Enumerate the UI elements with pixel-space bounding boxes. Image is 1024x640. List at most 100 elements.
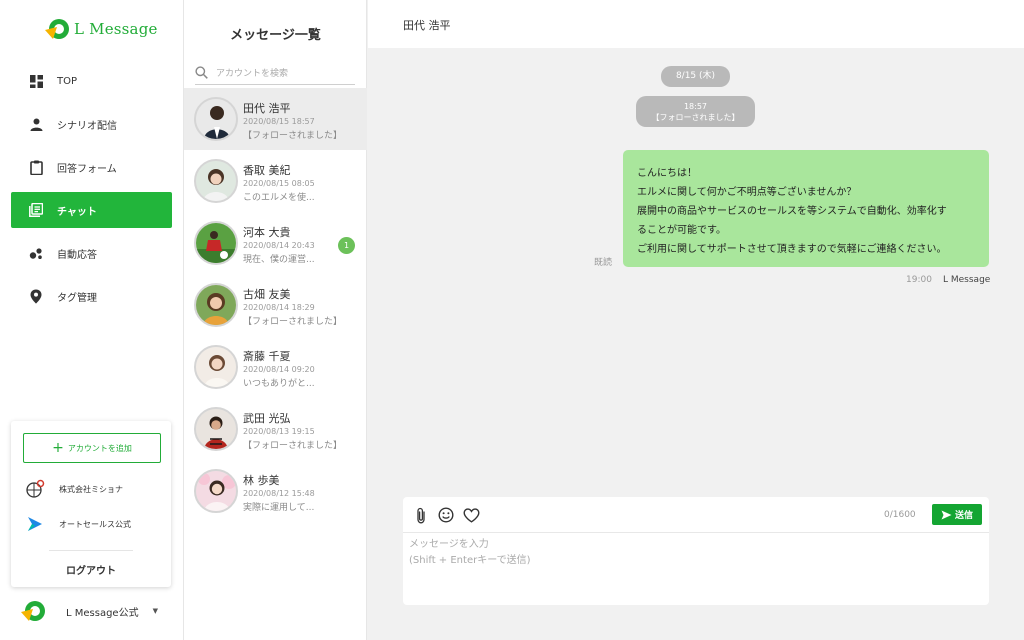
read-receipt: 既読 (594, 258, 613, 268)
sidebar-item-tags[interactable]: タグ管理 (11, 278, 172, 314)
conversation-snippet: 【フォローされました】 (243, 441, 343, 451)
avatar (194, 221, 238, 265)
account-switcher-card: + アカウントを追加 株式会社ミショナ オートセールス公式 ログアウト (11, 421, 171, 587)
conversation-snippet: いつもありがと... (243, 379, 315, 389)
search-icon (195, 65, 208, 79)
message-line: こんにちは！ (637, 168, 697, 179)
account-name: オートセールス公式 (59, 519, 131, 529)
dashboard-icon (28, 73, 44, 89)
composer-toolbar: 0/1600 送信 (403, 497, 989, 533)
account-name: 株式会社ミショナ (59, 484, 123, 494)
add-account-label: アカウントを追加 (67, 443, 132, 453)
conversation-name: 古畑 友美 (243, 288, 291, 301)
conversation-snippet: このエルメを使... (243, 193, 315, 203)
conversation-name: 田代 浩平 (243, 102, 291, 115)
chat-list-icon (28, 202, 44, 218)
avatar (194, 97, 238, 141)
account-item-autosales[interactable]: オートセールス公式 (25, 514, 131, 534)
person-icon (28, 116, 44, 132)
chat-header: 田代 浩平 (368, 0, 1024, 48)
message-line: 展開中の商品やサービスのセールスを等システムで自動化、効率化す (637, 206, 947, 217)
message-composer: 0/1600 送信 (403, 497, 989, 605)
autosales-logo-icon (28, 517, 42, 531)
system-event-text: 【フォローされました】 (651, 113, 740, 122)
conversation-item[interactable]: 古畑 友美 2020/08/14 18:29 【フォローされました】 (184, 274, 367, 336)
conversation-time: 2020/08/15 08:05 (243, 179, 315, 188)
send-label: 送信 (954, 511, 973, 521)
message-line: エルメに関して何かご不明点等ございませんか？ (637, 187, 857, 198)
message-time: 19:00 (906, 275, 932, 285)
sidebar-item-label: TOP (57, 75, 78, 87)
system-event-pill: 18:57 【フォローされました】 (636, 96, 755, 127)
unread-badge: 1 (338, 237, 355, 254)
clipboard-icon (28, 159, 44, 175)
mishona-logo-icon (26, 479, 45, 498)
conversation-item[interactable]: 田代 浩平 2020/08/15 18:57 【フォローされました】 (184, 88, 367, 150)
avatar (194, 159, 238, 203)
sidebar-item-auto-reply[interactable]: 自動応答 (11, 235, 172, 271)
plus-icon: + (52, 440, 64, 456)
conversation-time: 2020/08/14 18:29 (243, 303, 315, 312)
conversation-name: 林 歩美 (243, 474, 280, 487)
brand-logo[interactable]: L Message (44, 18, 158, 40)
conversation-time: 2020/08/13 19:15 (243, 427, 315, 436)
conversation-item[interactable]: 香取 美紀 2020/08/15 08:05 このエルメを使... (184, 150, 367, 212)
conversation-item[interactable]: 林 歩美 2020/08/12 15:48 実際に運用して... (184, 460, 367, 522)
conversation-time: 2020/08/15 18:57 (243, 117, 315, 126)
system-event-time: 18:57 (683, 102, 708, 111)
location-pin-icon (28, 288, 44, 304)
send-button[interactable]: 送信 (932, 504, 982, 525)
outgoing-message-bubble: こんにちは！ エルメに関して何かご不明点等ございませんか？ 展開中の商品やサービ… (623, 150, 989, 267)
account-search[interactable]: アカウントを検索 (195, 60, 355, 85)
character-counter: 0/1600 (884, 510, 916, 520)
message-input[interactable] (409, 537, 983, 599)
current-account-selector[interactable]: L Message公式 ▼ (20, 600, 158, 622)
conversation-time: 2020/08/14 20:43 (243, 241, 315, 250)
send-icon (941, 510, 952, 519)
conversation-item[interactable]: 斎藤 千夏 2020/08/14 09:20 いつもありがと... (184, 336, 367, 398)
current-account-name: L Message公式 (66, 607, 139, 619)
sidebar-item-form[interactable]: 回答フォーム (11, 149, 172, 185)
conversation-item[interactable]: 武田 光弘 2020/08/13 19:15 【フォローされました】 (184, 398, 367, 460)
sidebar-item-label: 回答フォーム (57, 163, 117, 175)
avatar (194, 283, 238, 327)
smiley-icon[interactable] (437, 506, 455, 524)
l-message-logo-icon (45, 19, 69, 39)
sidebar-item-top[interactable]: TOP (11, 63, 172, 99)
paperclip-icon[interactable] (412, 506, 430, 524)
message-line: ご利用に関してサポートさせて頂きますので気軽にご連絡ください。 (637, 244, 947, 255)
sidebar: L Message TOP シナリオ配信 回答フォーム チャット 自動応答 タグ… (0, 0, 184, 640)
conversation-name: 武田 光弘 (243, 412, 291, 425)
conversation-time: 2020/08/12 15:48 (243, 489, 315, 498)
sidebar-item-chat[interactable]: チャット (11, 192, 172, 228)
conversation-item[interactable]: 河本 大貴 2020/08/14 20:43 現在、僕の運営... 1 (184, 212, 367, 274)
logout-button[interactable]: ログアウト (11, 562, 171, 577)
sidebar-item-label: チャット (57, 206, 97, 218)
avatar (194, 469, 238, 513)
sidebar-item-label: シナリオ配信 (57, 120, 117, 132)
message-sender: L Message (943, 275, 991, 285)
account-item-mishona[interactable]: 株式会社ミショナ (25, 479, 123, 499)
avatar (194, 407, 238, 451)
chat-partner-name: 田代 浩平 (403, 19, 451, 32)
message-list-title: メッセージ一覧 (230, 28, 321, 43)
brand-name: L Message (74, 20, 158, 38)
conversation-snippet: 【フォローされました】 (243, 131, 343, 141)
heart-icon[interactable] (462, 506, 480, 524)
message-list-panel: メッセージ一覧 アカウントを検索 田代 浩平 2020/08/15 18:57 … (184, 0, 367, 640)
search-input[interactable]: アカウントを検索 (216, 66, 288, 79)
avatar (194, 345, 238, 389)
add-account-button[interactable]: + アカウントを追加 (23, 433, 161, 463)
sidebar-item-label: 自動応答 (57, 249, 97, 261)
conversation-name: 河本 大貴 (243, 226, 291, 239)
conversation-snippet: 【フォローされました】 (243, 317, 343, 327)
bubbles-icon (28, 245, 44, 261)
sidebar-nav: TOP シナリオ配信 回答フォーム チャット 自動応答 タグ管理 (0, 63, 184, 321)
conversation-snippet: 実際に運用して... (243, 503, 315, 513)
sidebar-item-scenario[interactable]: シナリオ配信 (11, 106, 172, 142)
divider (49, 550, 133, 551)
sidebar-item-label: タグ管理 (57, 292, 97, 304)
message-line: ることが可能です。 (637, 225, 726, 236)
conversation-name: 香取 美紀 (243, 164, 291, 177)
conversation-time: 2020/08/14 09:20 (243, 365, 315, 374)
